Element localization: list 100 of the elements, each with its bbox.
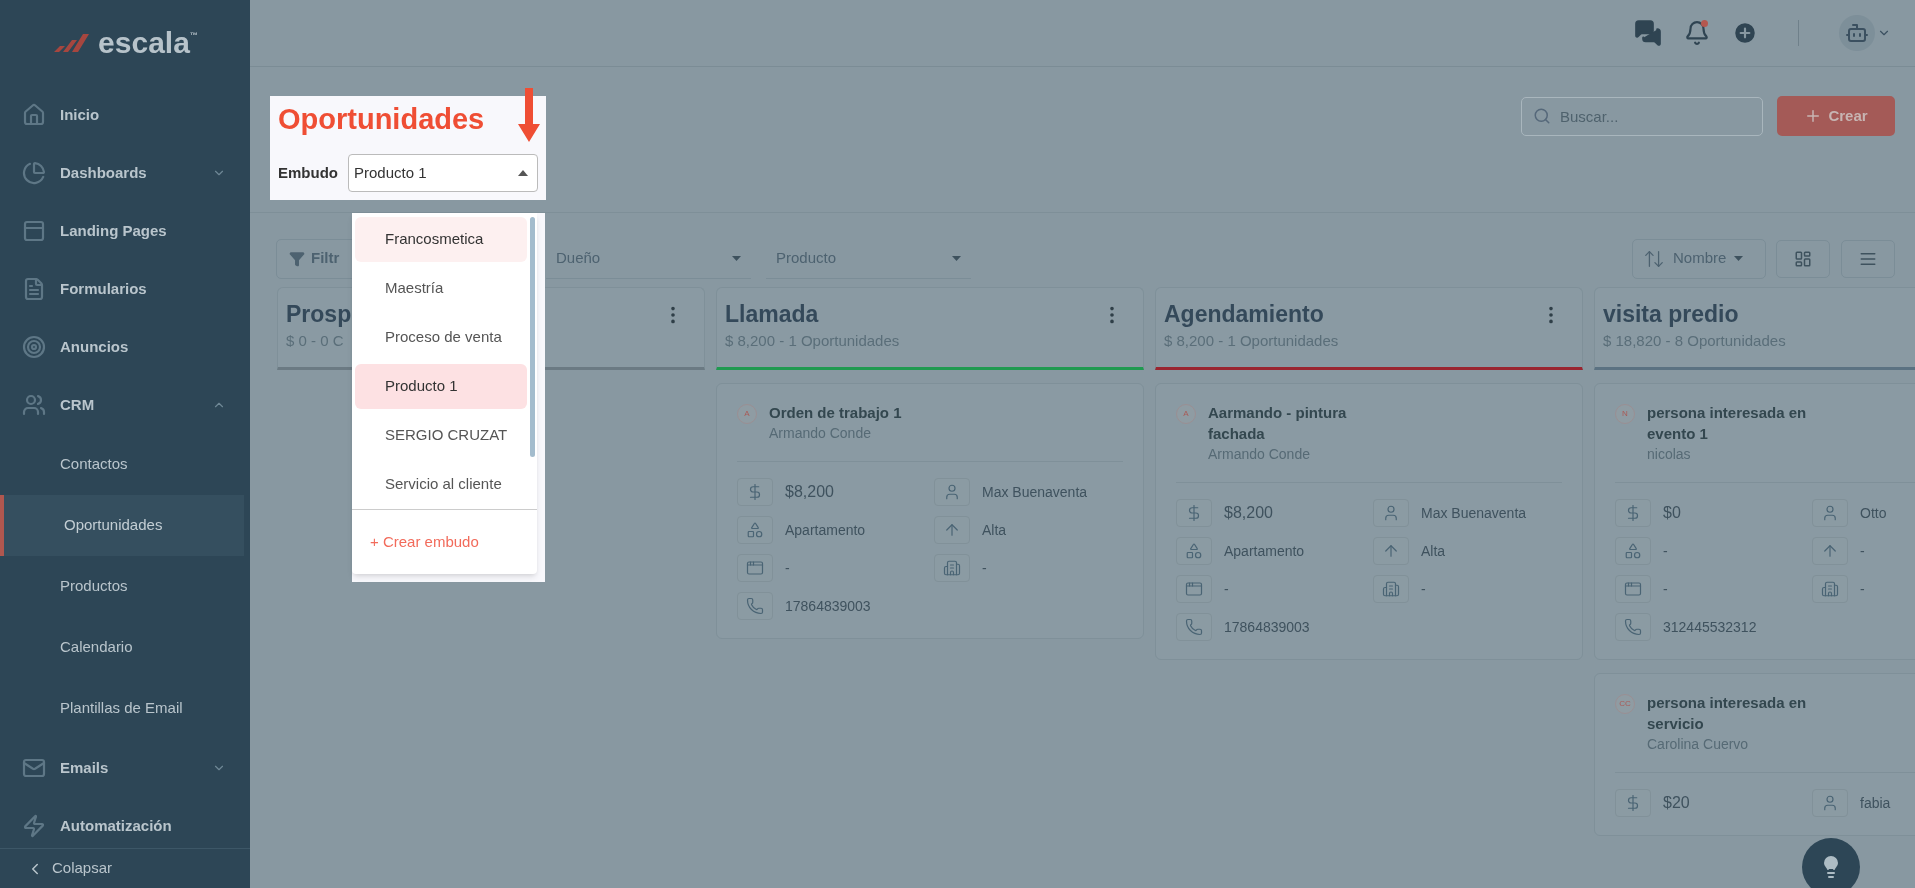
sidebar-subitem[interactable]: Calendario <box>0 617 244 678</box>
sidebar-subitem[interactable]: Contactos <box>0 434 244 495</box>
sidebar-item[interactable]: Landing Pages <box>0 202 250 260</box>
card-field-value: - <box>1421 579 1426 599</box>
shapes-icon <box>1615 537 1651 565</box>
card-title: Aarmando - pintura fachada <box>1208 403 1348 444</box>
users-icon <box>22 393 46 417</box>
bell-icon[interactable] <box>1684 20 1710 46</box>
sidebar-label: Inicio <box>60 104 101 125</box>
phone-icon <box>1615 613 1651 641</box>
funnel-option[interactable]: Producto 1 <box>355 364 527 409</box>
sidebar-item[interactable]: Inicio <box>0 86 250 144</box>
card-field-value: $8,200 <box>785 482 834 502</box>
card-field-value: - <box>1224 579 1229 599</box>
create-funnel-link[interactable]: + Crear embudo <box>370 530 479 554</box>
page-title: Oportunidades <box>278 102 485 137</box>
card-field-value: 17864839003 <box>1224 617 1310 637</box>
shapes-icon <box>737 516 773 544</box>
sidebar-label: Landing Pages <box>60 220 168 241</box>
card-field-value: Max Buenaventa <box>1421 503 1527 523</box>
card-field-value: fabia <box>1860 793 1891 813</box>
funnel-option[interactable]: Servicio al cliente <box>355 462 527 507</box>
dollar-icon <box>1176 499 1212 527</box>
avatar[interactable] <box>1839 15 1875 51</box>
funnel-select[interactable]: Producto 1 <box>348 154 538 192</box>
building-icon <box>1373 575 1409 603</box>
caret-down-icon <box>952 255 961 261</box>
funnel-option[interactable]: SERGIO CRUZAT <box>355 413 527 458</box>
card-field-value: - <box>1860 541 1865 561</box>
card-title: Orden de trabajo 1 <box>769 403 903 423</box>
dollar-icon <box>1615 789 1651 817</box>
card-field-value: - <box>785 558 790 578</box>
robot-icon <box>1845 21 1869 45</box>
collapse-button[interactable]: Colapsar <box>0 848 250 888</box>
sidebar-label: Anuncios <box>60 336 130 357</box>
funnel-option[interactable]: Proceso de venta <box>355 315 527 360</box>
home-icon <box>22 103 46 127</box>
card-field-value: Max Buenaventa <box>982 482 1088 502</box>
sidebar-item[interactable]: Formularios <box>0 260 250 318</box>
card-field-value: $20 <box>1663 793 1690 813</box>
phone-icon <box>1176 613 1212 641</box>
dollar-icon <box>737 478 773 506</box>
sidebar-label: Formularios <box>60 278 148 299</box>
user-icon <box>934 478 970 506</box>
user-icon <box>1373 499 1409 527</box>
card-field-value: - <box>1663 579 1668 599</box>
sidebar-item[interactable]: Emails <box>0 739 250 797</box>
avatar-initials: A <box>737 404 757 424</box>
sidebar-item[interactable]: Automatización <box>0 797 250 848</box>
add-icon[interactable] <box>1732 20 1758 46</box>
card-field-value: Alta <box>982 520 1007 540</box>
card-field-value: Otto <box>1860 503 1887 523</box>
dollar-icon <box>1615 499 1651 527</box>
phone-icon <box>737 592 773 620</box>
window-icon <box>737 554 773 582</box>
card-field-value: 17864839003 <box>785 596 871 616</box>
column-title: visita predio <box>1603 300 1739 329</box>
column-title: Prosp <box>286 300 352 329</box>
search-icon <box>1533 106 1551 125</box>
card-field-value: $8,200 <box>1224 503 1273 523</box>
user-icon <box>1812 499 1848 527</box>
board-view-button[interactable] <box>1776 239 1830 278</box>
pointer-arrow <box>518 88 540 142</box>
funnel-option[interactable]: Francosmetica <box>355 217 527 262</box>
window-icon <box>22 219 46 243</box>
caret-down-icon <box>1734 256 1744 261</box>
collapse-label: Colapsar <box>52 858 113 879</box>
avatar-initials: A <box>1176 404 1196 424</box>
sidebar-subitem[interactable]: Plantillas de Email <box>0 678 244 739</box>
sidebar-item[interactable]: Anuncios <box>0 318 250 376</box>
search-field[interactable]: Buscar... <box>1521 96 1763 136</box>
chat-icon[interactable] <box>1634 19 1662 47</box>
sidebar-label: Dashboards <box>60 162 148 183</box>
help-button[interactable] <box>1802 838 1860 888</box>
sidebar-label: Emails <box>60 757 110 778</box>
card-field-value: Alta <box>1421 541 1446 561</box>
sidebar-item[interactable]: CRM <box>0 376 250 434</box>
card-title: persona interesada en evento 1 <box>1647 403 1808 444</box>
target-icon <box>22 335 46 359</box>
column-title: Llamada <box>725 300 819 329</box>
list-view-button[interactable] <box>1841 239 1895 278</box>
scrollbar[interactable] <box>530 217 535 457</box>
avatar-initials: N <box>1615 404 1635 424</box>
card-field-value: $0 <box>1663 503 1681 523</box>
sidebar-subitem[interactable]: Oportunidades <box>0 495 244 556</box>
mail-icon <box>22 756 46 780</box>
arrow-up-icon <box>1812 537 1848 565</box>
user-icon <box>1812 789 1848 817</box>
sidebar-item[interactable]: Dashboards <box>0 144 250 202</box>
sidebar-label: CRM <box>60 394 96 415</box>
lightning-icon <box>22 814 46 838</box>
arrow-up-icon <box>1373 537 1409 565</box>
card-field-value: - <box>1860 579 1865 599</box>
card-field-value: - <box>1663 541 1668 561</box>
card-field-value: - <box>982 558 987 578</box>
window-icon <box>1176 575 1212 603</box>
column-title: Agendamiento <box>1164 300 1324 329</box>
sidebar-subitem[interactable]: Productos <box>0 556 244 617</box>
pie-chart-icon <box>22 161 46 185</box>
card-field-value: 312445532312 <box>1663 617 1757 637</box>
